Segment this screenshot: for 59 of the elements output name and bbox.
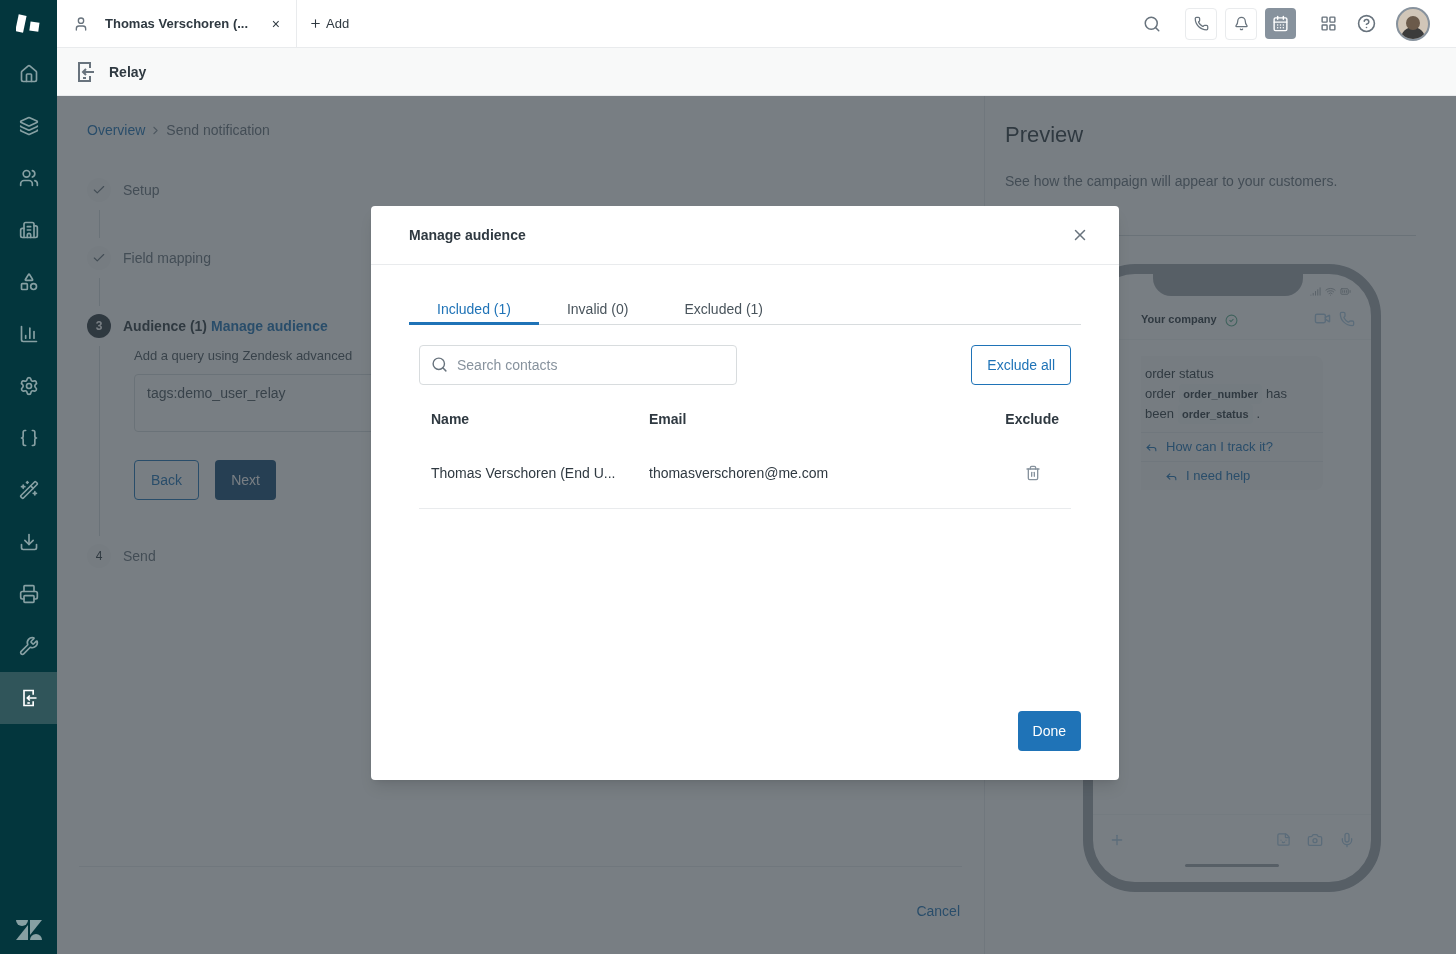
- phone-icon: [1193, 16, 1209, 31]
- step-label: Audience (1): [123, 317, 207, 336]
- apps-icon[interactable]: [1320, 15, 1337, 32]
- shapes-icon: [18, 272, 39, 292]
- next-button[interactable]: Next: [215, 459, 276, 500]
- verified-icon: [1224, 314, 1238, 327]
- download-icon: [18, 532, 39, 552]
- building-icon: [18, 220, 39, 240]
- column-header: Email: [649, 410, 688, 429]
- phone-button[interactable]: [1185, 7, 1217, 40]
- query-hint: Add a query using Zendesk advanced: [134, 347, 353, 365]
- wand-icon: [18, 480, 39, 500]
- step-number: 3: [87, 314, 111, 338]
- column-header: Exclude: [1004, 410, 1059, 429]
- trash-icon[interactable]: [1025, 465, 1041, 481]
- dialog-tab[interactable]: Included (1): [409, 295, 539, 325]
- avatar[interactable]: [1396, 6, 1430, 41]
- home-icon: [18, 64, 39, 84]
- bar-chart-icon: [18, 324, 39, 344]
- user-icon: [73, 15, 89, 32]
- nav-item[interactable]: [0, 672, 57, 724]
- tab-title: Thomas Verschoren (...: [105, 14, 250, 33]
- zendesk-logo-icon[interactable]: [15, 920, 42, 940]
- dialog-title: Manage audience: [409, 226, 527, 245]
- printer-icon: [18, 584, 39, 604]
- calendar-button[interactable]: [1265, 8, 1296, 39]
- company-name: Your company: [1141, 311, 1217, 327]
- notifications-button[interactable]: [1225, 7, 1257, 40]
- stack-icon: [18, 116, 39, 136]
- search-field[interactable]: Search contacts: [419, 345, 737, 385]
- search-icon: [431, 356, 448, 373]
- message-text: been: [1145, 405, 1174, 423]
- preview-title: Preview: [1005, 121, 1085, 149]
- plus-icon: [309, 17, 322, 30]
- table-cell-text: Thomas Verschoren (End U...: [431, 464, 617, 483]
- braces-icon: [18, 428, 39, 448]
- add-tab-button[interactable]: Add: [309, 13, 350, 34]
- close-tab-button[interactable]: ×: [271, 13, 280, 34]
- help-icon[interactable]: [1357, 14, 1376, 33]
- product-logo-icon[interactable]: [15, 13, 42, 35]
- page-title: Relay: [109, 62, 147, 82]
- message-text: .: [1256, 405, 1261, 423]
- message-text: order: [1145, 385, 1176, 403]
- done-button[interactable]: Done: [1017, 711, 1081, 751]
- column-header: Name: [431, 410, 471, 429]
- search-icon[interactable]: [1143, 14, 1161, 33]
- bell-icon: [1233, 16, 1249, 31]
- dialog-tab[interactable]: Invalid (0): [538, 295, 657, 325]
- message-text: order status: [1145, 365, 1214, 383]
- exclude-all-button[interactable]: Exclude all: [971, 345, 1071, 385]
- wrench-icon: [18, 636, 39, 656]
- status-bar-icons: [1310, 286, 1351, 297]
- table-cell-text: thomasverschoren@me.com: [649, 464, 830, 483]
- settings-icon: [18, 376, 39, 396]
- ticket-tab[interactable]: Thomas Verschoren (... ×: [57, 0, 297, 47]
- calendar-icon: [1272, 15, 1289, 32]
- message-text: has: [1265, 385, 1287, 403]
- dialog-tab[interactable]: Excluded (1): [656, 295, 791, 325]
- users-icon: [18, 168, 39, 188]
